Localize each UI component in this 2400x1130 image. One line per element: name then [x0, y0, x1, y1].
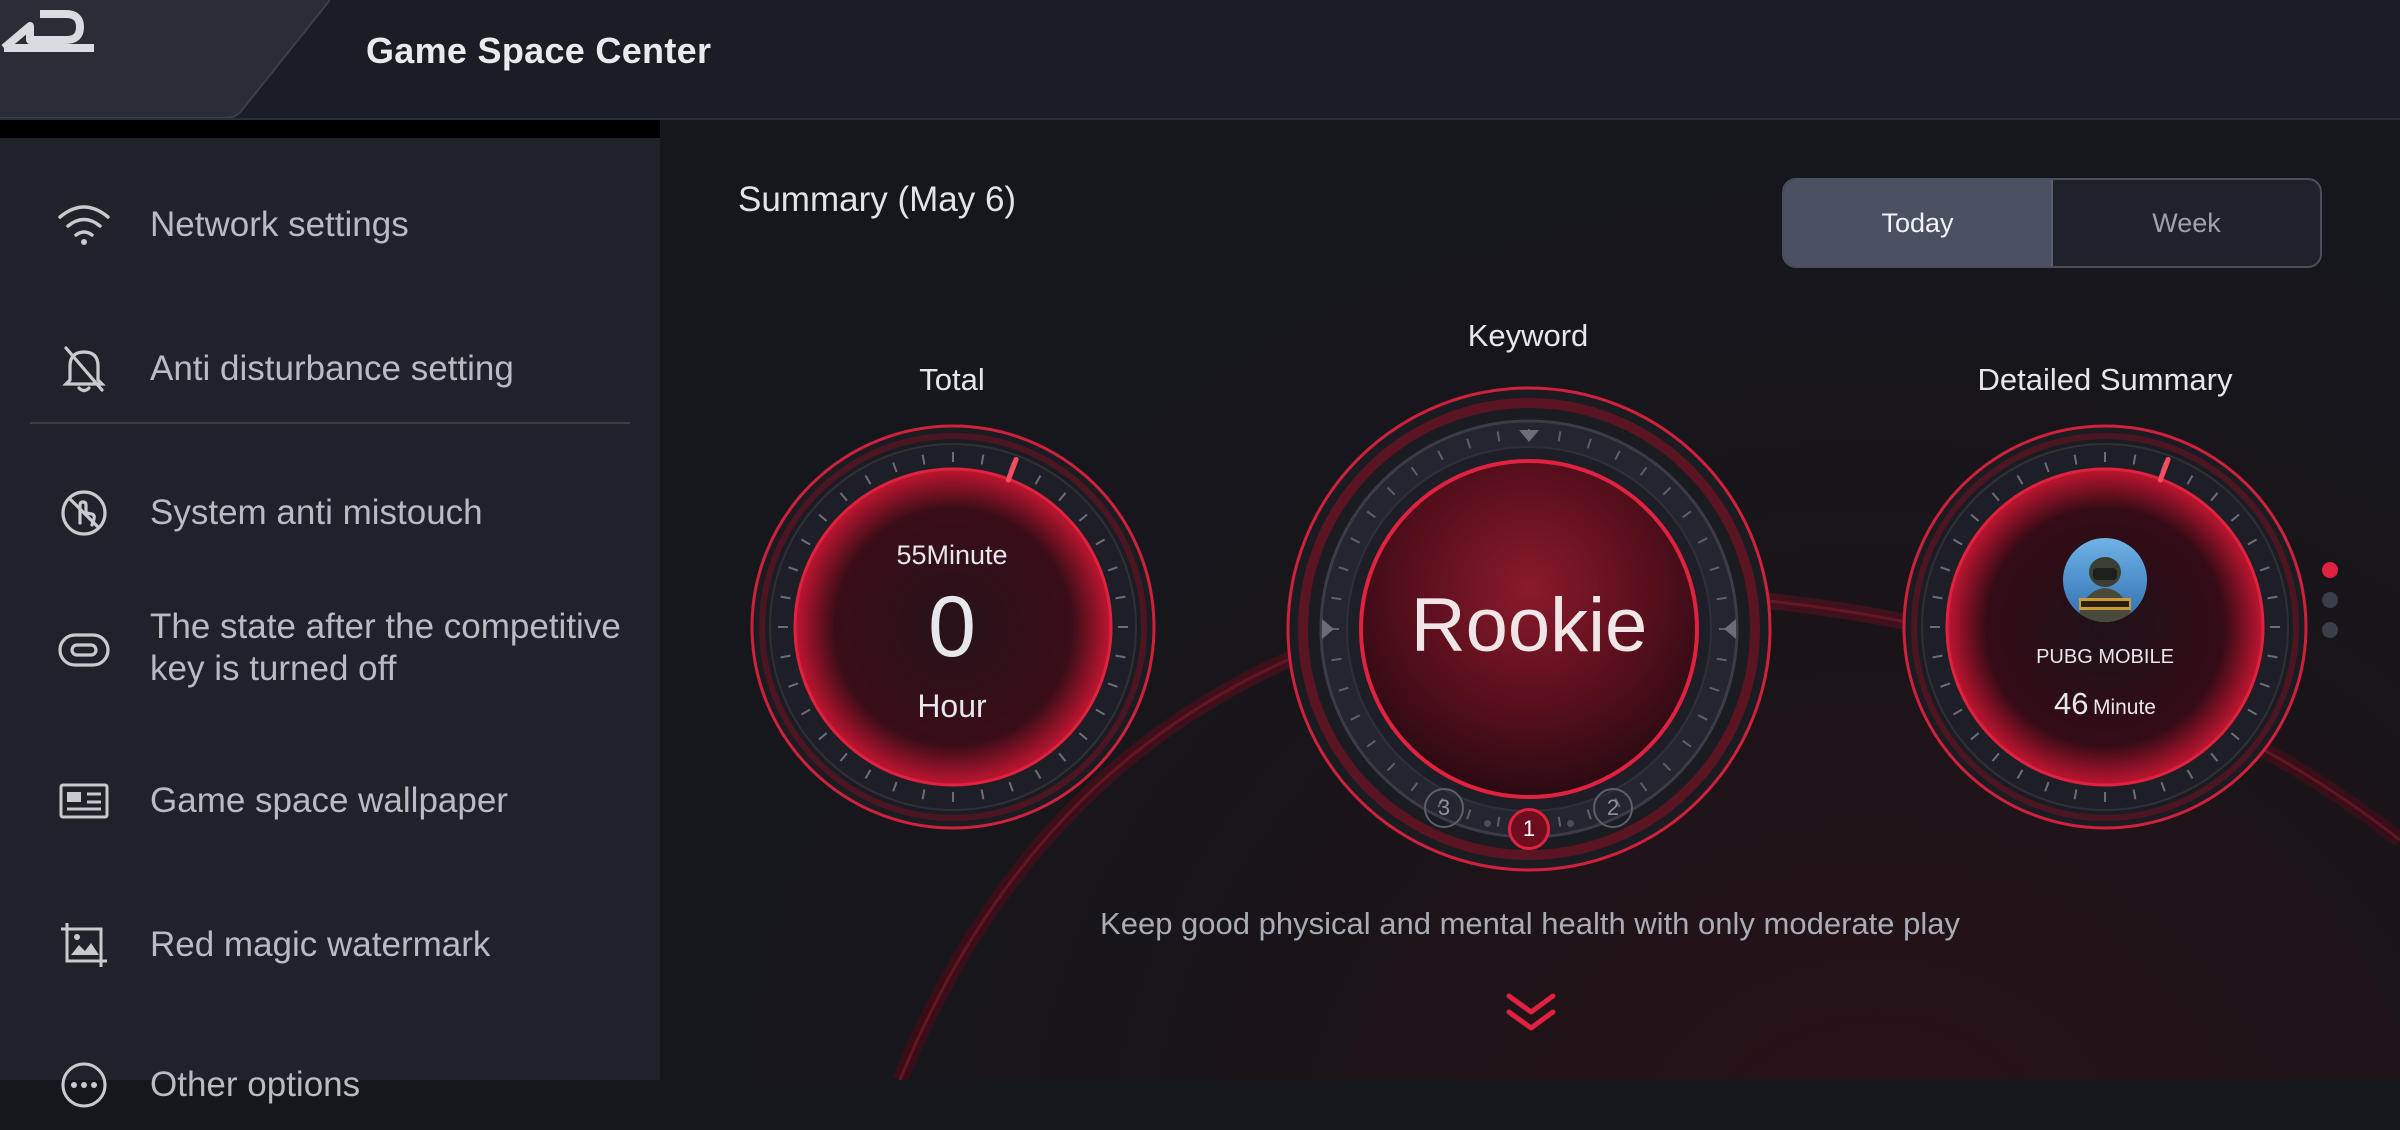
- detail-pager-dot-2[interactable]: [2322, 592, 2338, 608]
- sidebar-item-label: The state after the competitive key is t…: [150, 607, 621, 688]
- keyword-value: Rookie: [1410, 583, 1648, 668]
- sidebar-top-bar: [0, 120, 660, 138]
- sidebar-item-label: Game space wallpaper: [150, 781, 508, 820]
- pager-separator-dot: [1484, 820, 1491, 827]
- total-label: Total: [919, 362, 985, 397]
- total-hours-value: 0: [928, 579, 976, 675]
- detailed-summary-label: Detailed Summary: [1977, 362, 2233, 397]
- bell-off-icon: [56, 341, 112, 397]
- sidebar-item-label: Anti disturbance setting: [150, 349, 514, 388]
- tab-week[interactable]: Week: [2053, 180, 2320, 266]
- toggle-key-icon: [56, 622, 112, 678]
- pager-separator-dot: [1567, 820, 1574, 827]
- summary-title: Summary (May 6): [738, 180, 1017, 219]
- page-title: Game Space Center: [366, 30, 712, 71]
- game-minutes-value: 46: [2054, 686, 2089, 721]
- wallpaper-icon: [56, 773, 112, 829]
- keyword-page-1[interactable]: 1: [1508, 808, 1550, 850]
- sidebar-item-label: Red magic watermark: [150, 925, 491, 964]
- sidebar-item-anti-mistouch[interactable]: System anti mistouch: [0, 468, 660, 558]
- total-hours-unit: Hour: [917, 688, 987, 724]
- sidebar-item-label: System anti mistouch: [150, 493, 483, 532]
- more-options-icon: [56, 1057, 112, 1113]
- tab-today[interactable]: Today: [1784, 180, 2053, 266]
- sidebar-divider: [30, 422, 630, 424]
- period-toggle: Today Week: [1782, 178, 2322, 268]
- image-watermark-icon: [56, 917, 112, 973]
- sidebar-item-label: Other options: [150, 1065, 361, 1104]
- back-arrow-icon: [1, 10, 94, 52]
- sidebar-item-anti-disturbance[interactable]: Anti disturbance setting: [0, 324, 660, 414]
- pubg-mobile-game-icon: [2063, 538, 2147, 622]
- sidebar-item-watermark[interactable]: Red magic watermark: [0, 900, 660, 990]
- health-motto: Keep good physical and mental health wit…: [1100, 906, 1960, 941]
- game-time: 46 Minute: [1955, 686, 2255, 722]
- detail-pager-dot-3[interactable]: [2322, 622, 2338, 638]
- game-name: PUBG MOBILE: [2036, 646, 2174, 668]
- no-touch-icon: [56, 485, 112, 541]
- summary-panel: Summary (May 6) Today Week Total 55Minut…: [660, 120, 2400, 1080]
- sidebar-item-other-options[interactable]: Other options: [0, 1040, 660, 1130]
- double-chevron-down-icon[interactable]: [1505, 990, 1557, 1034]
- keyword-page-2[interactable]: 2: [1593, 788, 1633, 828]
- game-minutes-unit: Minute: [2092, 696, 2156, 719]
- keyword-page-3[interactable]: 3: [1424, 788, 1464, 828]
- detailed-summary-dial[interactable]: [1900, 422, 2310, 832]
- sidebar-item-competitive-key[interactable]: The state after the competitive key is t…: [0, 590, 660, 710]
- sidebar-item-network[interactable]: Network settings: [0, 180, 660, 270]
- app-header: Game Space Center: [0, 0, 2400, 120]
- total-minutes-text: 55Minute: [896, 540, 1008, 570]
- keyword-label: Keyword: [1467, 318, 1589, 353]
- wifi-icon: [56, 197, 112, 253]
- sidebar-item-label: Network settings: [150, 205, 409, 244]
- back-button[interactable]: [0, 0, 330, 118]
- detail-pager-dot-1[interactable]: [2322, 562, 2338, 578]
- sidebar-item-wallpaper[interactable]: Game space wallpaper: [0, 756, 660, 846]
- settings-sidebar: Network settings Anti disturbance settin…: [0, 120, 660, 1108]
